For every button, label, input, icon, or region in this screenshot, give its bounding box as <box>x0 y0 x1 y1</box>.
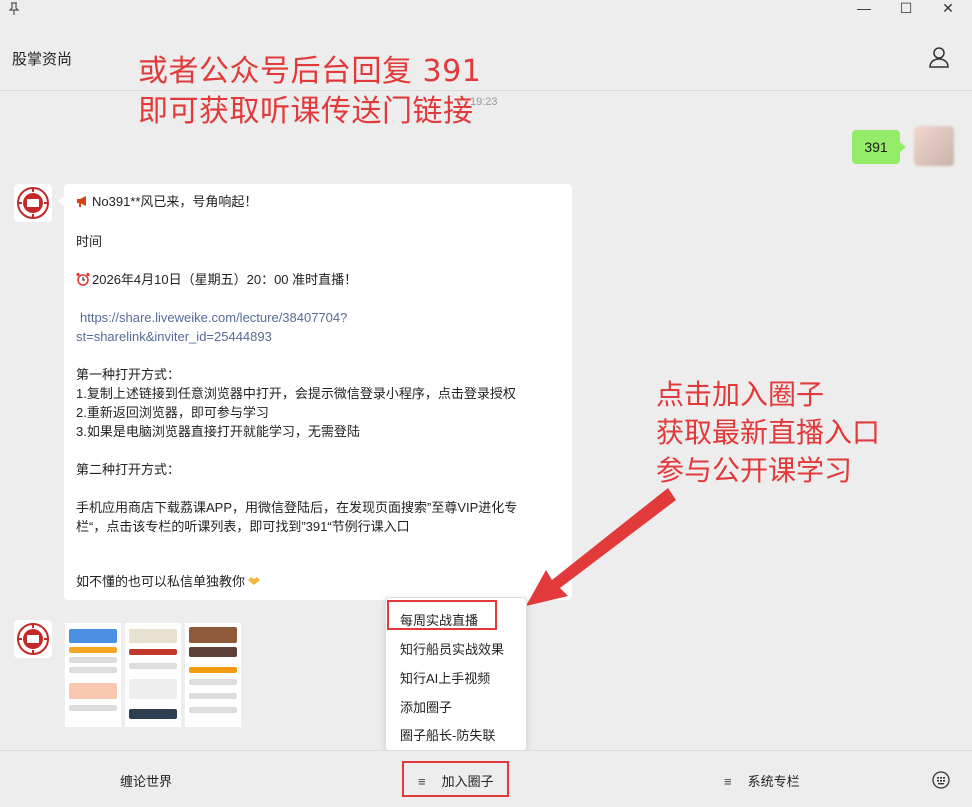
menu-item-weekly-live[interactable]: 每周实战直播 <box>400 610 478 629</box>
menu-item-add-circle[interactable]: 添加圈子 <box>400 697 452 716</box>
method1-step3: 3.如果是电脑浏览器直接打开就能学习，无需登陆 <box>76 424 360 439</box>
collage-thumb-3 <box>184 622 242 728</box>
bottom-menu-join-circle[interactable]: ≡ 加入圈子 <box>418 771 494 790</box>
menu-item-captain[interactable]: 圈子船长-防失联 <box>400 725 495 744</box>
annotation-right: 点击加入圈子 获取最新直播入口 参与公开课学习 <box>656 376 880 490</box>
menu-item-results[interactable]: 知行船员实战效果 <box>400 639 504 658</box>
megaphone-icon <box>77 196 86 207</box>
annotation-top-line1: 或者公众号后台回复 391 <box>138 54 482 89</box>
menu-item-ai-video[interactable]: 知行AI上手视频 <box>400 668 490 687</box>
account-avatar-2[interactable] <box>14 620 52 658</box>
image-collage-message[interactable] <box>64 622 244 728</box>
annotation-right-line1: 点击加入圈子 <box>656 378 825 411</box>
card-closing-text: 如不懂的也可以私信单独教你 <box>76 574 246 589</box>
card-headline-text: No391**风已来，号角响起！ <box>92 194 258 209</box>
handshake-icon <box>248 577 261 585</box>
annotation-top: 或者公众号后台回复 391 即可获取听课传送门链接 <box>138 52 481 132</box>
maximize-button[interactable]: ☐ <box>888 0 924 18</box>
card-datetime-text: 2026年4月10日（星期五）20：00 准时直播！ <box>92 272 358 287</box>
alarm-clock-icon <box>76 272 90 286</box>
method1-title: 第一种打开方式： <box>76 367 181 382</box>
collage-thumb-2 <box>124 622 182 728</box>
account-logo-icon <box>17 187 49 219</box>
card-time-label: 时间 <box>76 234 103 249</box>
bottom-menu-columns[interactable]: ≡ 系统专栏 <box>724 771 800 790</box>
card-closing: 如不懂的也可以私信单独教你 <box>76 572 263 591</box>
menu-popup: 每周实战直播 知行船员实战效果 知行AI上手视频 添加圈子 圈子船长-防失联 <box>385 597 527 751</box>
pin-icon[interactable] <box>8 2 20 19</box>
bottom-menu-chanlun[interactable]: 缠论世界 <box>120 771 172 790</box>
method1-step2: 2.重新返回浏览器，即可参与学习 <box>76 405 269 420</box>
window-titlebar: — ☐ ✕ <box>0 0 972 22</box>
person-icon[interactable] <box>928 46 950 68</box>
keyboard-icon[interactable] <box>932 771 950 789</box>
chat-title: 股掌资尚 <box>12 51 73 68</box>
method2-line2: 栏“，点击该专栏的听课列表，即可找到”391“节例行课入口 <box>76 519 410 534</box>
lecture-link-part2[interactable]: st=sharelink&inviter_id=25444893 <box>76 327 272 346</box>
bottom-menu-bar: 缠论世界 ≡ 加入圈子 ≡ 系统专栏 <box>0 750 972 807</box>
message-card[interactable]: No391**风已来，号角响起！ 时间 2026年4月10日（星期五）20：00… <box>58 184 572 600</box>
bottom-menu-join-circle-label: 加入圈子 <box>441 774 494 789</box>
close-button[interactable]: ✕ <box>930 0 966 18</box>
account-avatar[interactable] <box>14 184 52 222</box>
lecture-link-part1[interactable]: https://share.liveweike.com/lecture/3840… <box>80 308 347 327</box>
method1-step1: 1.复制上述链接到任意浏览器中打开，会提示微信登录小程序，点击登录授权 <box>76 386 516 401</box>
annotation-right-line2: 获取最新直播入口 <box>656 416 881 449</box>
account-logo-icon <box>17 623 49 655</box>
bottom-menu-columns-label: 系统专栏 <box>747 774 800 789</box>
annotation-right-line3: 参与公开课学习 <box>656 454 853 487</box>
annotation-top-line2: 即可获取听课传送门链接 <box>138 94 474 129</box>
method2-line1: 手机应用商店下载荔课APP，用微信登陆后，在发现页面搜索”至尊VIP进化专 <box>76 500 518 515</box>
self-avatar[interactable] <box>914 126 954 166</box>
card-headline: No391**风已来，号角响起！ <box>76 192 257 211</box>
method2-title: 第二种打开方式： <box>76 462 181 477</box>
collage-thumb-1 <box>64 622 122 728</box>
card-datetime: 2026年4月10日（星期五）20：00 准时直播！ <box>76 270 357 289</box>
minimize-button[interactable]: — <box>846 0 882 18</box>
sent-message-bubble[interactable]: 391 <box>852 130 906 164</box>
menu-list-icon: ≡ <box>418 774 426 789</box>
menu-list-icon: ≡ <box>724 774 732 789</box>
